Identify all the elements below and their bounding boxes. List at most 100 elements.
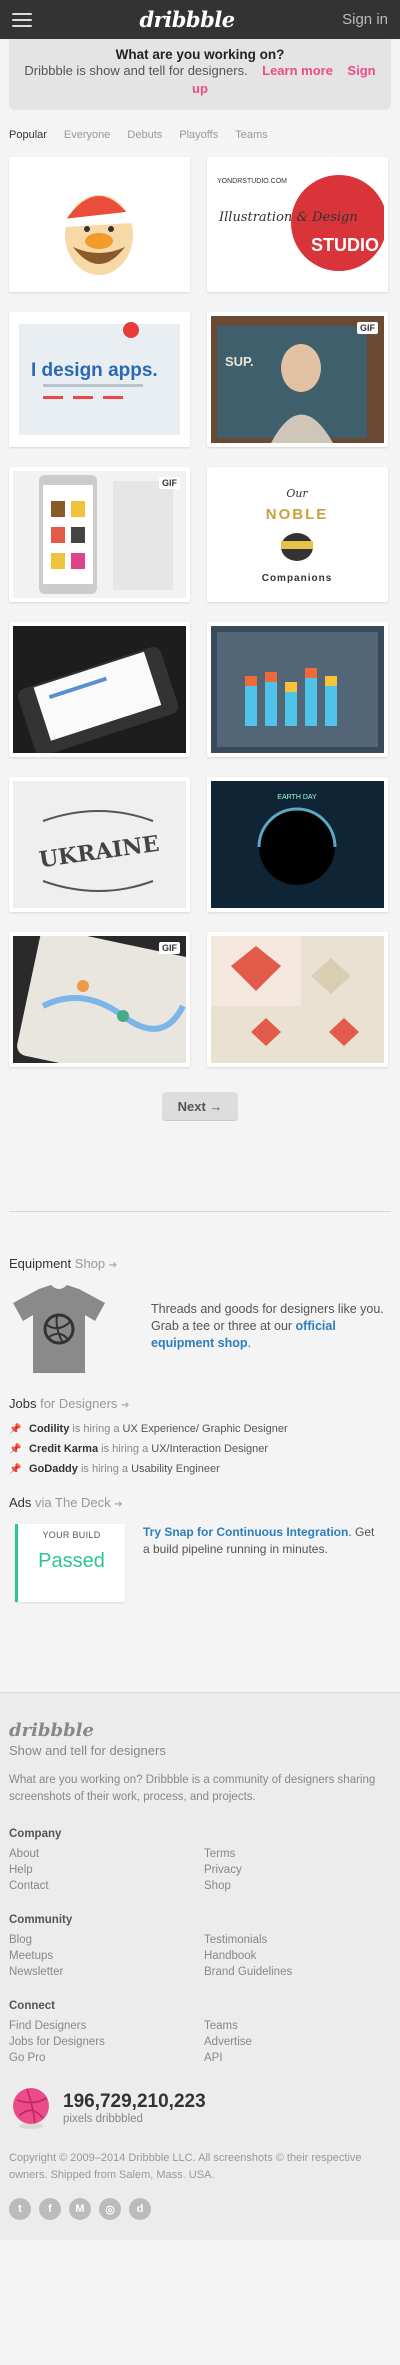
footer-link[interactable]: Meetups (9, 1950, 204, 1962)
footer-link[interactable]: Advertise (204, 2036, 384, 2048)
job-role: UX/Interaction Designer (151, 1443, 269, 1455)
footer-link[interactable]: Terms (204, 1848, 384, 1860)
shot-thumbnail[interactable] (207, 622, 388, 757)
footer-link[interactable]: Blog (9, 1934, 204, 1946)
filter-tabs: Popular Everyone Debuts Playoffs Teams (0, 110, 400, 149)
yondr-line: YONDRSTUDIO.COM (217, 178, 287, 185)
the-deck-link[interactable]: via The Deck (35, 1495, 111, 1510)
pin-icon: 📌 (9, 1443, 22, 1455)
job-item[interactable]: 📌 GoDaddy is hiring a Usability Engineer (9, 1463, 391, 1475)
shot-thumbnail[interactable]: EARTH DAY (207, 777, 388, 912)
footer-link[interactable]: About (9, 1848, 204, 1860)
footer-link[interactable]: Jobs for Designers (9, 2036, 204, 2048)
next-button[interactable]: Next → (161, 1092, 239, 1121)
pixels-count: 196,729,210,223 (63, 2091, 206, 2112)
footer-tagline: Show and tell for designers (9, 1743, 166, 1758)
menu-icon[interactable] (12, 12, 32, 27)
yondr-sub: Illustration & Design (218, 210, 358, 225)
job-company: Codility (29, 1423, 70, 1435)
footer-link[interactable]: Handbook (204, 1950, 384, 1962)
pagination: Next → (0, 1075, 400, 1121)
facebook-icon[interactable]: f (39, 2198, 61, 2220)
shots-grid: YONDRSTUDIO.COM Illustration & Design ST… (0, 149, 400, 1075)
intro-question: What are you working on? (115, 47, 285, 62)
arrow-right-icon: ➔ (108, 1260, 118, 1271)
gif-badge: GIF (159, 942, 180, 954)
earth-day-text: EARTH DAY (277, 794, 317, 801)
footer-description: What are you working on? Dribbble is a c… (9, 1774, 376, 1803)
job-item[interactable]: 📌 Codility is hiring a UX Experience/ Gr… (9, 1423, 391, 1435)
footer-link[interactable]: API (204, 2052, 384, 2064)
footer-link[interactable]: Go Pro (9, 2052, 204, 2064)
gif-badge: GIF (159, 477, 180, 489)
tab-popular[interactable]: Popular (9, 129, 47, 141)
jobs-heading: Jobs for Designers ➔ (9, 1396, 130, 1411)
logo[interactable]: dribbble (140, 7, 236, 32)
shot-thumbnail[interactable]: YONDRSTUDIO.COM Illustration & Design ST… (207, 157, 388, 292)
arrow-right-icon: ➔ (121, 1400, 130, 1411)
twitter-icon[interactable]: t (9, 2198, 31, 2220)
shot-thumbnail[interactable]: GIF (9, 932, 190, 1067)
social-links: t f M ◎ d (9, 2198, 391, 2220)
footer-logo[interactable]: dribbble (9, 1720, 391, 1741)
intro-description: Dribbble is show and tell for designers.… (21, 62, 379, 98)
equipment-heading: Equipment Shop ➔ (9, 1256, 118, 1271)
shot-thumbnail[interactable]: Our NOBLE Companions (207, 467, 388, 602)
ad-card[interactable]: YOUR BUILD Passed (15, 1524, 125, 1602)
shot-thumbnail[interactable]: GIF (9, 467, 190, 602)
shop-link[interactable]: Shop (75, 1256, 105, 1271)
shot-thumbnail[interactable]: UKRAINE (9, 777, 190, 912)
top-bar: dribbble Sign in (0, 0, 400, 39)
pixels-stat: 196,729,210,223 pixels dribbbled (9, 2086, 391, 2130)
equipment-text: Threads and goods for designers like you… (151, 1302, 384, 1350)
footer-link[interactable]: Shop (204, 1880, 384, 1892)
shot-thumbnail[interactable] (207, 932, 388, 1067)
shot-thumbnail[interactable]: SUP. GIF (207, 312, 388, 447)
copyright: Copyright © 2009–2014 Dribbble LLC. All … (9, 2152, 362, 2181)
shot-thumbnail[interactable] (9, 622, 190, 757)
ad-link[interactable]: Try Snap for Continuous Integration (143, 1525, 348, 1539)
signin-link[interactable]: Sign in (342, 11, 388, 28)
tab-debuts[interactable]: Debuts (127, 129, 162, 141)
dribbble-ball-icon (13, 2088, 49, 2129)
ad-text: Try Snap for Continuous Integration. Get… (143, 1525, 375, 1556)
footer-link[interactable]: Privacy (204, 1864, 384, 1876)
footer-company-links: About Terms Help Privacy Contact Shop (9, 1848, 391, 1892)
shot-thumbnail[interactable] (9, 157, 190, 292)
divider (9, 1211, 391, 1212)
instagram-icon[interactable]: ◎ (99, 2198, 121, 2220)
learn-more-link[interactable]: Learn more (262, 63, 333, 78)
footer-link[interactable]: Help (9, 1864, 204, 1876)
tab-everyone[interactable]: Everyone (64, 129, 110, 141)
shot-thumbnail[interactable]: I design apps. (9, 312, 190, 447)
job-role: Usability Engineer (131, 1463, 220, 1475)
companions-text: Companions (262, 573, 333, 584)
footer-link[interactable]: Brand Guidelines (204, 1966, 384, 1978)
noble-text: NOBLE (266, 506, 329, 523)
footer-link[interactable]: Find Designers (9, 2020, 204, 2032)
footer-community-links: Blog Testimonials Meetups Handbook Newsl… (9, 1934, 391, 1978)
jobs-section: Jobs for Designers ➔ 📌 Codility is hirin… (0, 1396, 400, 1475)
medium-icon[interactable]: M (69, 2198, 91, 2220)
pin-icon: 📌 (9, 1423, 22, 1435)
tab-teams[interactable]: Teams (235, 129, 267, 141)
sup-text: SUP. (225, 354, 254, 369)
footer-link[interactable]: Testimonials (204, 1934, 384, 1946)
footer: dribbble Show and tell for designers Wha… (0, 1692, 400, 2240)
pixels-label: pixels dribbbled (63, 2113, 143, 2125)
jobs-link[interactable]: for Designers (40, 1396, 117, 1411)
ads-section: Ads via The Deck ➔ YOUR BUILD Passed Try… (0, 1495, 400, 1602)
ads-heading: Ads via The Deck ➔ (9, 1495, 123, 1510)
our-text: Our (286, 487, 308, 500)
job-item[interactable]: 📌 Credit Karma is hiring a UX/Interactio… (9, 1443, 391, 1455)
footer-link[interactable]: Contact (9, 1880, 204, 1892)
footer-link[interactable]: Newsletter (9, 1966, 204, 1978)
footer-link[interactable]: Teams (204, 2020, 384, 2032)
intro-text: Dribbble is show and tell for designers. (24, 63, 248, 78)
footer-connect-links: Find Designers Teams Jobs for Designers … (9, 2020, 391, 2064)
tshirt-icon[interactable] (9, 1281, 109, 1376)
arrow-right-icon: ➔ (114, 1499, 123, 1510)
tab-playoffs[interactable]: Playoffs (179, 129, 218, 141)
dribbble-icon[interactable]: d (129, 2198, 151, 2220)
design-apps-text: I design apps. (31, 360, 158, 381)
